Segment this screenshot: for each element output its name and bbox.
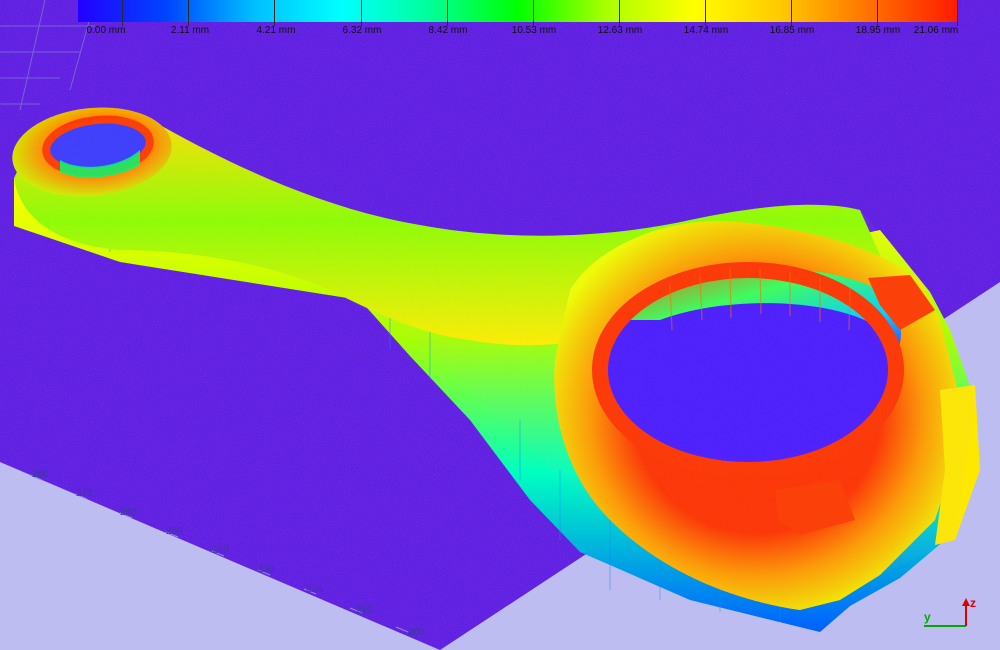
scale-tick-label: 4.21 mm xyxy=(256,25,296,36)
scale-tick-label: 18.95 mm xyxy=(855,25,901,36)
ruler-label: 280 xyxy=(32,469,49,480)
scale-tick-label: 0.00 mm xyxy=(86,25,126,36)
ruler-label: 230 xyxy=(258,564,275,575)
height-color-scale: 0.00 mm 2.11 mm 4.21 mm 6.32 mm 8.42 mm … xyxy=(78,0,958,38)
scale-tick-label: 16.85 mm xyxy=(769,25,815,36)
scale-tick-label: 14.74 mm xyxy=(683,25,729,36)
scale-tick xyxy=(274,0,275,26)
ruler-label: 260 xyxy=(120,507,137,518)
scale-tick-label: 2.11 mm xyxy=(170,25,210,36)
ruler-label: 210 xyxy=(356,605,373,616)
y-axis-label: y xyxy=(924,610,931,624)
scale-tick xyxy=(619,0,620,26)
orientation-axes-widget[interactable]: y z xyxy=(918,596,978,636)
color-scale-gradient xyxy=(78,0,958,22)
scale-tick xyxy=(188,0,189,26)
scale-tick xyxy=(447,0,448,26)
scale-tick-label: 21.06 mm xyxy=(913,25,959,36)
scale-tick xyxy=(791,0,792,26)
ruler-label: 270 xyxy=(76,488,93,499)
z-axis-label: z xyxy=(970,596,976,610)
scale-tick xyxy=(705,0,706,26)
scale-tick-label: 8.42 mm xyxy=(428,25,468,36)
ruler-label: 250 xyxy=(166,526,183,537)
ruler-label: 200 xyxy=(408,627,425,638)
scale-tick-label: 10.53 mm xyxy=(511,25,557,36)
scale-tick xyxy=(122,0,123,26)
scale-tick-label: 12.63 mm xyxy=(597,25,643,36)
ruler-label: 240 xyxy=(212,545,229,556)
color-scale-labels: 0.00 mm 2.11 mm 4.21 mm 6.32 mm 8.42 mm … xyxy=(78,0,959,38)
scale-tick-label: 6.32 mm xyxy=(342,25,382,36)
ruler-label: 220 xyxy=(306,584,323,595)
scale-tick xyxy=(361,0,362,26)
scale-tick xyxy=(877,0,878,26)
scale-tick xyxy=(533,0,534,26)
height-map-scene[interactable] xyxy=(0,0,1000,650)
scale-tick xyxy=(957,0,958,26)
3d-viewport[interactable]: 280 270 260 250 240 230 220 210 200 0.00… xyxy=(0,0,1000,650)
